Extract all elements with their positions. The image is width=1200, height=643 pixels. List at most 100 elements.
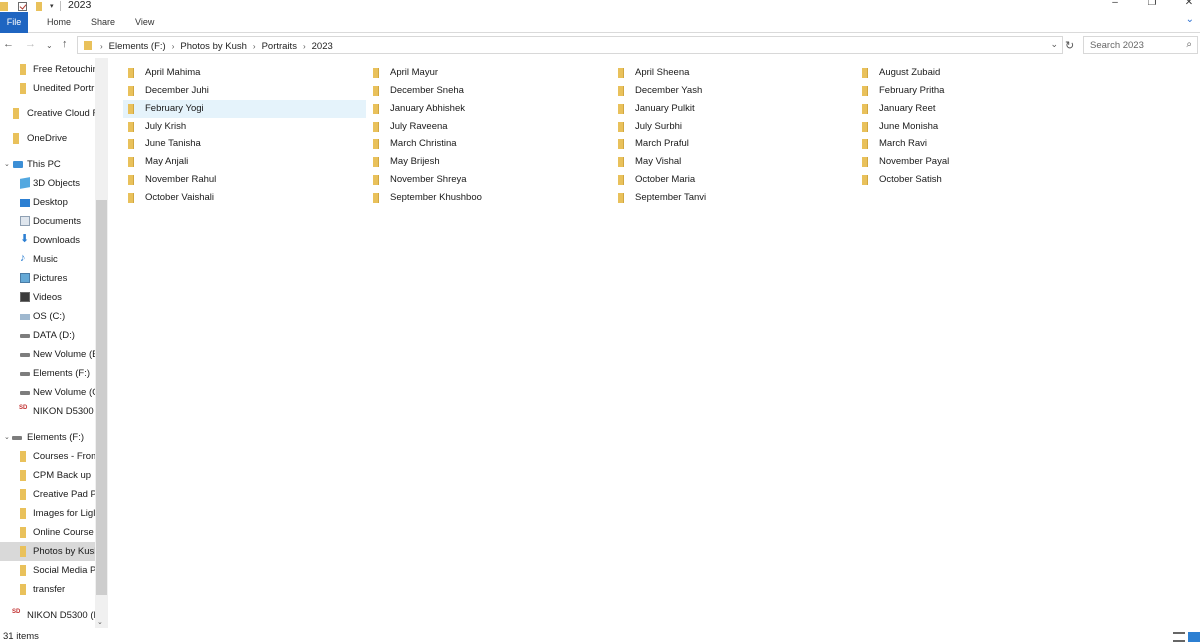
restore-button[interactable]: ❐ — [1145, 0, 1159, 10]
folder-icon — [20, 83, 26, 94]
address-bar[interactable]: › Elements (F:) › Photos by Kush › Portr… — [77, 36, 1063, 54]
minimize-button[interactable]: – — [1108, 0, 1122, 10]
folder-item[interactable]: December Yash — [613, 82, 856, 100]
folder-item[interactable]: December Juhi — [123, 82, 366, 100]
tab-view[interactable]: View — [135, 15, 154, 32]
sidebar-item-images-for-lightroom[interactable]: Images for Ligl — [0, 504, 95, 523]
breadcrumb-separator-icon[interactable]: › — [303, 42, 306, 51]
expand-chevron-icon[interactable]: ⌄ — [4, 155, 10, 174]
sidebar-item-nikon-d5300-h[interactable]: SD NIKON D5300 (H — [0, 606, 95, 625]
folder-item[interactable]: May Vishal — [613, 153, 856, 171]
search-input[interactable]: Search 2023 ⌕ — [1083, 36, 1198, 54]
tab-file[interactable]: File — [0, 12, 28, 33]
refresh-icon[interactable]: ↻ — [1065, 39, 1074, 52]
folder-item[interactable]: May Anjali — [123, 153, 366, 171]
folder-icon — [20, 508, 26, 519]
breadcrumb-elements[interactable]: Elements (F:) — [109, 41, 166, 52]
folder-item[interactable]: January Reet — [857, 100, 1100, 118]
folder-item-selected[interactable]: February Yogi — [123, 100, 366, 118]
sidebar-item-documents[interactable]: Documents — [0, 212, 95, 231]
folder-item[interactable]: October Maria — [613, 171, 856, 189]
sidebar-item-videos[interactable]: Videos — [0, 288, 95, 307]
sidebar-item-transfer[interactable]: transfer — [0, 580, 95, 599]
sidebar-item-creative-cloud[interactable]: Creative Cloud F — [0, 104, 95, 123]
computer-icon — [13, 161, 23, 168]
folder-item[interactable]: April Sheena — [613, 64, 856, 82]
sidebar-item-online-course[interactable]: Online Course — [0, 523, 95, 542]
sidebar-item-social-media[interactable]: Social Media P — [0, 561, 95, 580]
up-arrow-icon[interactable]: ↑ — [62, 38, 68, 50]
sidebar-item-nikon-d5300[interactable]: SD NIKON D5300 — [0, 402, 95, 421]
navigation-pane: Free Retouchin Unedited Portr Creative C… — [0, 58, 108, 628]
folder-item[interactable]: October Vaishali — [123, 189, 366, 207]
sidebar-item-elements-f[interactable]: Elements (F:) — [0, 364, 95, 383]
folder-name: May Brijesh — [390, 156, 440, 167]
folder-item[interactable]: March Christina — [368, 135, 611, 153]
sidebar-item-new-volume-e[interactable]: New Volume (E — [0, 345, 95, 364]
breadcrumb-2023[interactable]: 2023 — [312, 41, 333, 52]
folder-item[interactable]: June Monisha — [857, 118, 1100, 136]
sidebar-item-3d-objects[interactable]: 3D Objects — [0, 174, 95, 193]
sidebar-item-new-volume-g[interactable]: New Volume (C — [0, 383, 95, 402]
folder-item[interactable]: July Krish — [123, 118, 366, 136]
details-view-icon[interactable] — [1173, 632, 1185, 642]
folder-item[interactable]: February Pritha — [857, 82, 1100, 100]
folder-icon — [618, 68, 624, 78]
quick-access-toolbar: ▾ — [0, 0, 61, 12]
sidebar-item-pictures[interactable]: Pictures — [0, 269, 95, 288]
breadcrumb-separator-icon[interactable]: › — [100, 42, 103, 51]
sidebar-item-os-c[interactable]: OS (C:) — [0, 307, 95, 326]
back-arrow-icon[interactable]: ← — [3, 38, 14, 50]
sidebar-item-photos-by-kush[interactable]: Photos by Kush — [0, 542, 95, 561]
folder-item[interactable]: April Mayur — [368, 64, 611, 82]
close-button[interactable]: ✕ — [1182, 0, 1196, 10]
sidebar-item-elements-f-root[interactable]: ⌄ Elements (F:) — [0, 428, 95, 447]
folder-item[interactable]: January Pulkit — [613, 100, 856, 118]
folder-icon — [373, 175, 379, 185]
sidebar-item-unedited-portraits[interactable]: Unedited Portr — [0, 79, 95, 98]
tab-home[interactable]: Home — [47, 15, 71, 32]
breadcrumb-portraits[interactable]: Portraits — [262, 41, 297, 52]
sidebar-item-this-pc[interactable]: ⌄ This PC — [0, 155, 95, 174]
folder-item[interactable]: May Brijesh — [368, 153, 611, 171]
folder-item[interactable]: January Abhishek — [368, 100, 611, 118]
sidebar-item-desktop[interactable]: Desktop — [0, 193, 95, 212]
tab-share[interactable]: Share — [91, 15, 115, 32]
new-folder-icon[interactable] — [36, 1, 42, 11]
sidebar-item-cpm-back-up[interactable]: CPM Back up — [0, 466, 95, 485]
folder-item[interactable]: July Raveena — [368, 118, 611, 136]
customize-toolbar-chevron-icon[interactable]: ▾ — [50, 2, 54, 10]
expand-chevron-icon[interactable]: ⌄ — [4, 428, 10, 447]
folder-item[interactable]: April Mahima — [123, 64, 366, 82]
folder-item[interactable]: July Surbhi — [613, 118, 856, 136]
properties-icon[interactable] — [18, 1, 27, 11]
folder-item[interactable]: June Tanisha — [123, 135, 366, 153]
folder-item[interactable]: September Tanvi — [613, 189, 856, 207]
sidebar-item-onedrive[interactable]: OneDrive — [0, 129, 95, 148]
sidebar-item-data-d[interactable]: DATA (D:) — [0, 326, 95, 345]
folder-item[interactable]: December Sneha — [368, 82, 611, 100]
address-dropdown-chevron-icon[interactable]: ⌄ — [1050, 39, 1058, 50]
folder-item[interactable]: August Zubaid — [857, 64, 1100, 82]
sidebar-item-courses[interactable]: Courses - From — [0, 447, 95, 466]
scroll-down-chevron-icon[interactable]: ⌄ — [97, 618, 103, 626]
sidebar-scrollbar-thumb[interactable] — [96, 200, 107, 595]
expand-ribbon-chevron-icon[interactable]: ⌄ — [1186, 14, 1194, 25]
folder-item[interactable]: March Ravi — [857, 135, 1100, 153]
folder-item[interactable]: September Khushboo — [368, 189, 611, 207]
folder-item[interactable]: October Satish — [857, 171, 1100, 189]
folder-item[interactable]: November Payal — [857, 153, 1100, 171]
recent-locations-chevron-icon[interactable]: ⌄ — [46, 40, 53, 52]
folder-item[interactable]: March Praful — [613, 135, 856, 153]
sidebar-item-free-retouching[interactable]: Free Retouchin — [0, 60, 95, 79]
breadcrumb-photos-by-kush[interactable]: Photos by Kush — [180, 41, 247, 52]
sidebar-item-creative-pad[interactable]: Creative Pad Pl — [0, 485, 95, 504]
sidebar-item-downloads[interactable]: ⬇ Downloads — [0, 231, 95, 250]
breadcrumb-separator-icon[interactable]: › — [172, 42, 175, 51]
folder-item[interactable]: November Shreya — [368, 171, 611, 189]
sidebar-item-music[interactable]: ♪ Music — [0, 250, 95, 269]
large-icons-view-icon[interactable] — [1188, 632, 1200, 642]
forward-arrow-icon[interactable]: → — [25, 38, 36, 50]
folder-item[interactable]: November Rahul — [123, 171, 366, 189]
breadcrumb-separator-icon[interactable]: › — [253, 42, 256, 51]
